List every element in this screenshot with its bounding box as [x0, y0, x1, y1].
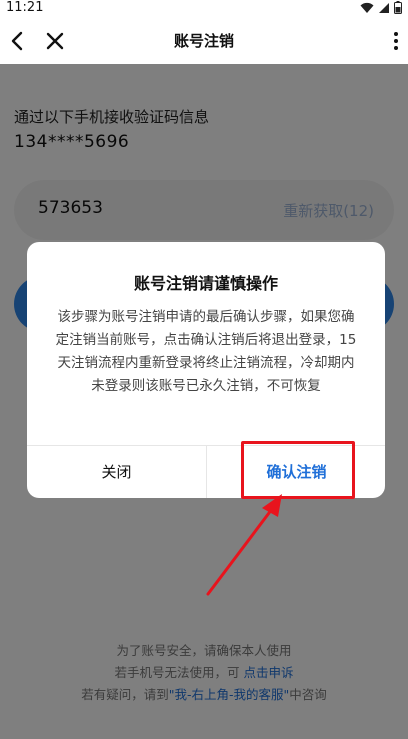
- battery-icon: [394, 1, 402, 14]
- screen: 11:21 账号注销 通过以下: [0, 0, 408, 739]
- annotation-highlight-box: [241, 441, 355, 499]
- page-title: 账号注销: [173, 32, 234, 50]
- signal-icon: [379, 2, 389, 13]
- dialog-close-button[interactable]: 关闭: [27, 446, 206, 498]
- status-time: 11:21: [6, 0, 44, 15]
- status-icons: [360, 1, 402, 14]
- dialog-message: 该步骤为账号注销申请的最后确认步骤，如果您确定注销当前账号，点击确认注销后将退出…: [55, 309, 357, 394]
- status-bar: 11:21: [0, 0, 408, 18]
- dialog-title: 账号注销请谨慎操作: [133, 274, 278, 293]
- more-vertical-icon[interactable]: [388, 28, 404, 54]
- wifi-icon: [360, 2, 374, 13]
- navbar: 账号注销: [0, 18, 408, 64]
